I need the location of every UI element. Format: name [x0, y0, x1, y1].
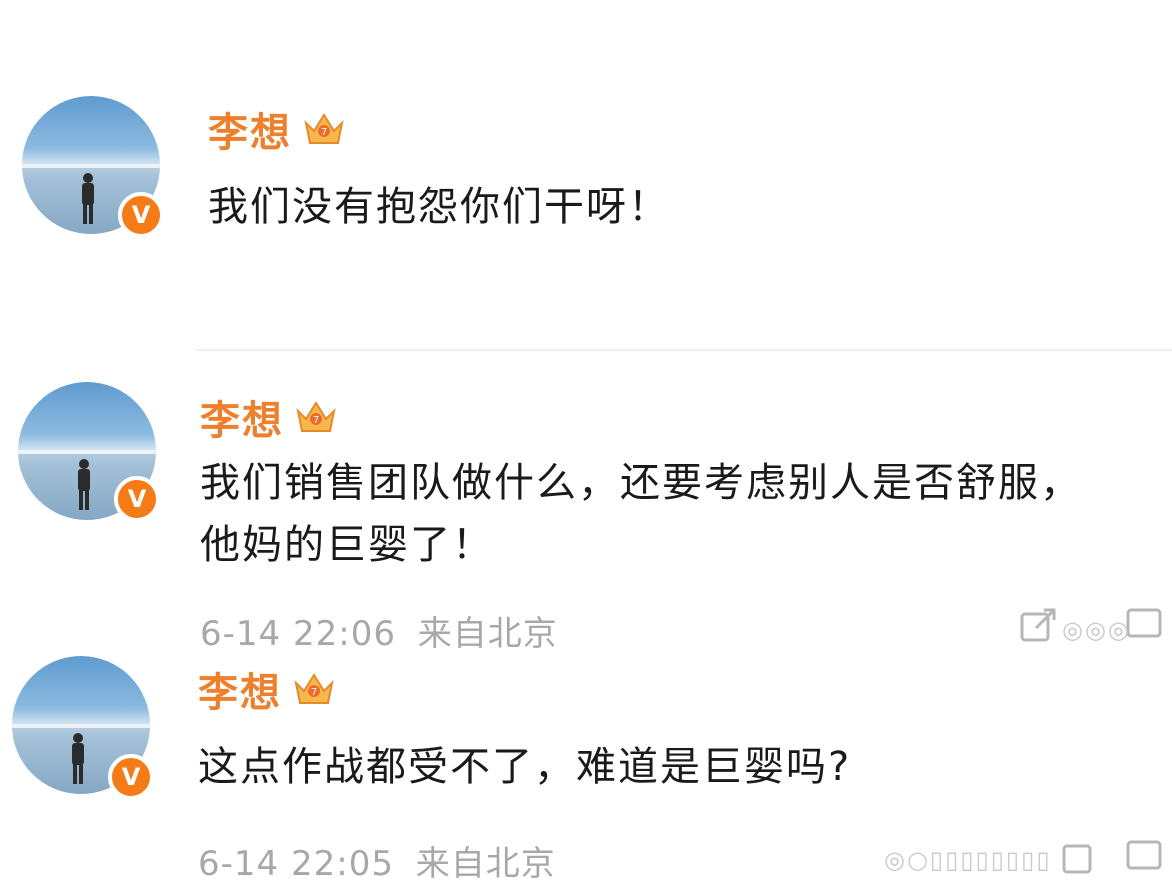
verified-badge-icon: V	[108, 754, 154, 800]
svg-text:7: 7	[321, 127, 327, 138]
post-content-line: 他妈的巨婴了！	[200, 522, 494, 568]
post-header: 李想 7	[198, 660, 336, 718]
post-1: V 李想 7 我们没有抱怨你们干呀！	[0, 0, 1172, 340]
post-content: 这点作战都受不了，难道是巨婴吗?	[198, 744, 852, 790]
comment-icon[interactable]	[1124, 838, 1164, 878]
svg-text:7: 7	[311, 687, 317, 698]
username[interactable]: 李想	[198, 660, 282, 718]
crown-icon: 7	[296, 401, 336, 432]
post-meta: 6-14 22:05 来自北京	[198, 836, 556, 885]
username[interactable]: 李想	[208, 100, 292, 158]
verified-badge-icon: V	[114, 476, 160, 522]
verified-badge-icon: V	[118, 192, 164, 238]
post-header: 李想 7	[200, 388, 338, 446]
post-content-line: 我们销售团队做什么，还要考虑别人是否舒服，	[200, 460, 1082, 506]
post-3: V 李想 7 这点作战都受不了，难道是巨婴吗? 6-14 22:05 来自北京 …	[0, 650, 1172, 896]
crown-icon: 7	[294, 673, 334, 704]
divider	[196, 349, 1172, 351]
crown-icon: 7	[304, 113, 344, 144]
username[interactable]: 李想	[200, 388, 284, 446]
share-icon[interactable]	[1060, 838, 1100, 878]
post-content: 我们没有抱怨你们干呀！	[208, 184, 670, 230]
svg-text:7: 7	[313, 415, 319, 426]
post-meta: 6-14 22:06 来自北京	[200, 606, 558, 655]
location: 来自北京	[415, 844, 556, 884]
share-icon[interactable]	[1018, 606, 1058, 646]
post-content: 我们销售团队做什么，还要考虑别人是否舒服， 他妈的巨婴了！	[200, 452, 1082, 576]
weibo-logo-icon: ◎◎◎	[1062, 616, 1131, 644]
location: 来自北京	[417, 614, 558, 654]
post-2: V 李想 7 我们销售团队做什么，还要考虑别人是否舒服， 他妈的巨婴了！ 6-1…	[0, 370, 1172, 660]
weibo-logo-icon: ◎○▯▯▯▯▯▯▯▯	[884, 846, 1052, 874]
timestamp: 6-14 22:06	[200, 614, 396, 654]
post-header: 李想 7	[208, 100, 346, 158]
timestamp: 6-14 22:05	[198, 844, 394, 884]
